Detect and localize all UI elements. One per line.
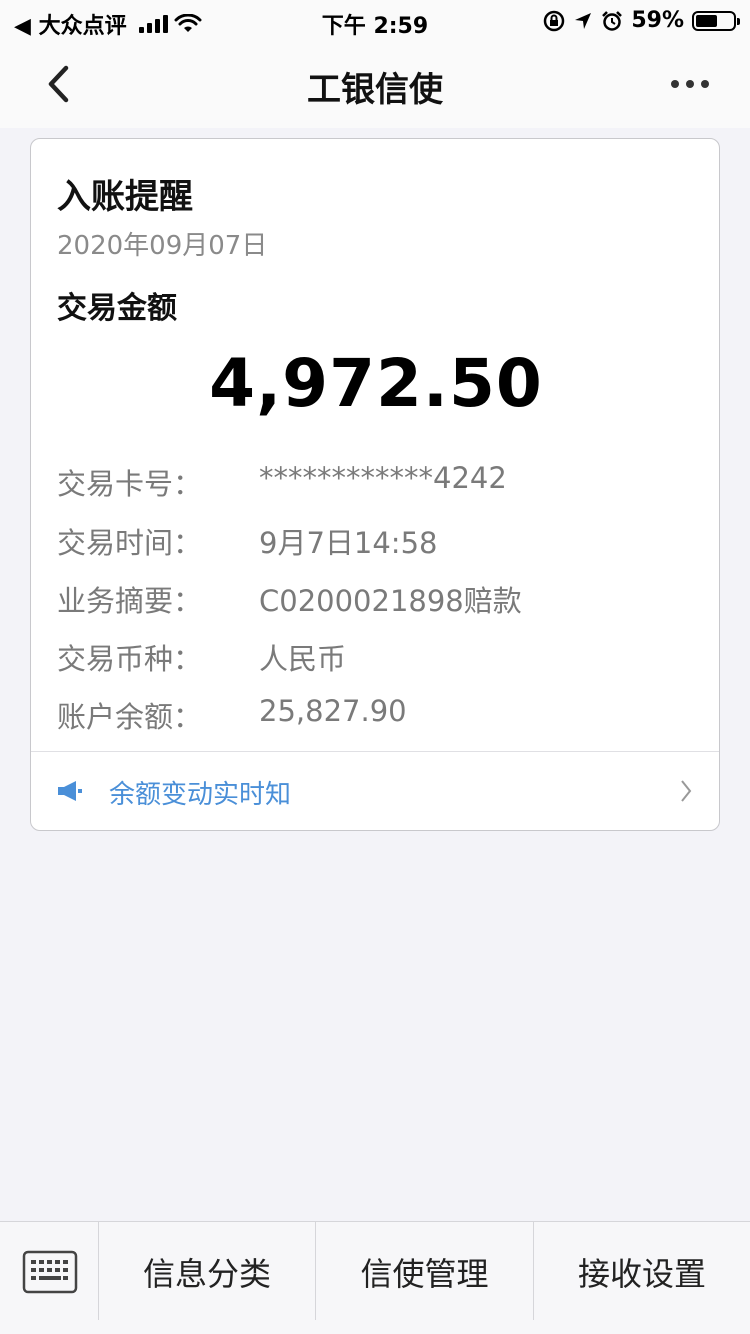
- megaphone-icon: [58, 781, 82, 801]
- card-title: 入账提醒: [57, 177, 193, 217]
- nav-bar: 工银信使: [0, 42, 750, 128]
- tab-messenger-management[interactable]: 信使管理: [316, 1222, 533, 1322]
- detail-row-summary: 业务摘要： C0200021898赔款: [57, 578, 697, 618]
- tab-receive-settings[interactable]: 接收设置: [534, 1222, 750, 1322]
- detail-row-balance: 账户余额： 25,827.90: [57, 694, 697, 734]
- card-date: 2020年09月07日: [57, 231, 268, 261]
- detail-key: 业务摘要：: [57, 584, 203, 618]
- amount-value: 4,972.50: [209, 345, 543, 422]
- balance-alert-link[interactable]: 余额变动实时知: [31, 752, 719, 830]
- battery-percent: 59%: [631, 8, 684, 33]
- detail-value: C0200021898赔款: [259, 584, 522, 618]
- balance-alert-text: 余额变动实时知: [109, 780, 292, 810]
- detail-key: 交易币种：: [57, 642, 203, 676]
- page-title: 工银信使: [307, 70, 443, 110]
- status-right: 59%: [543, 8, 740, 33]
- detail-key: 交易时间：: [57, 526, 203, 560]
- lock-rotation-icon: [544, 10, 565, 31]
- keyboard-toggle-button[interactable]: [0, 1222, 99, 1322]
- detail-value: 25,827.90: [259, 694, 407, 728]
- amount-label: 交易金额: [57, 291, 177, 326]
- detail-row-time: 交易时间： 9月7日14:58: [57, 520, 697, 560]
- detail-value: 9月7日14:58: [259, 526, 438, 560]
- more-button[interactable]: [666, 66, 714, 102]
- detail-row-currency: 交易币种： 人民币: [57, 636, 697, 676]
- detail-value: 人民币: [259, 642, 347, 676]
- alarm-icon: [602, 10, 623, 31]
- deposit-notification-card: 入账提醒 2020年09月07日 交易金额 4,972.50 交易卡号： ***…: [30, 138, 720, 831]
- location-icon: [575, 12, 592, 29]
- chevron-right-icon: [681, 780, 692, 802]
- tab-message-category[interactable]: 信息分类: [99, 1222, 315, 1322]
- detail-key: 账户余额：: [57, 700, 203, 734]
- detail-key: 交易卡号：: [57, 467, 203, 501]
- detail-value: ************4242: [259, 461, 507, 495]
- bottom-menu-bar: 信息分类 信使管理 接收设置: [0, 1221, 750, 1334]
- detail-row-card-number: 交易卡号： ************4242: [57, 461, 697, 501]
- more-dots-icon: [671, 80, 709, 88]
- status-bar: ◀ 大众点评 下午 2:59 59%: [0, 0, 750, 42]
- keyboard-icon: [22, 1250, 77, 1294]
- battery-icon: [692, 10, 740, 31]
